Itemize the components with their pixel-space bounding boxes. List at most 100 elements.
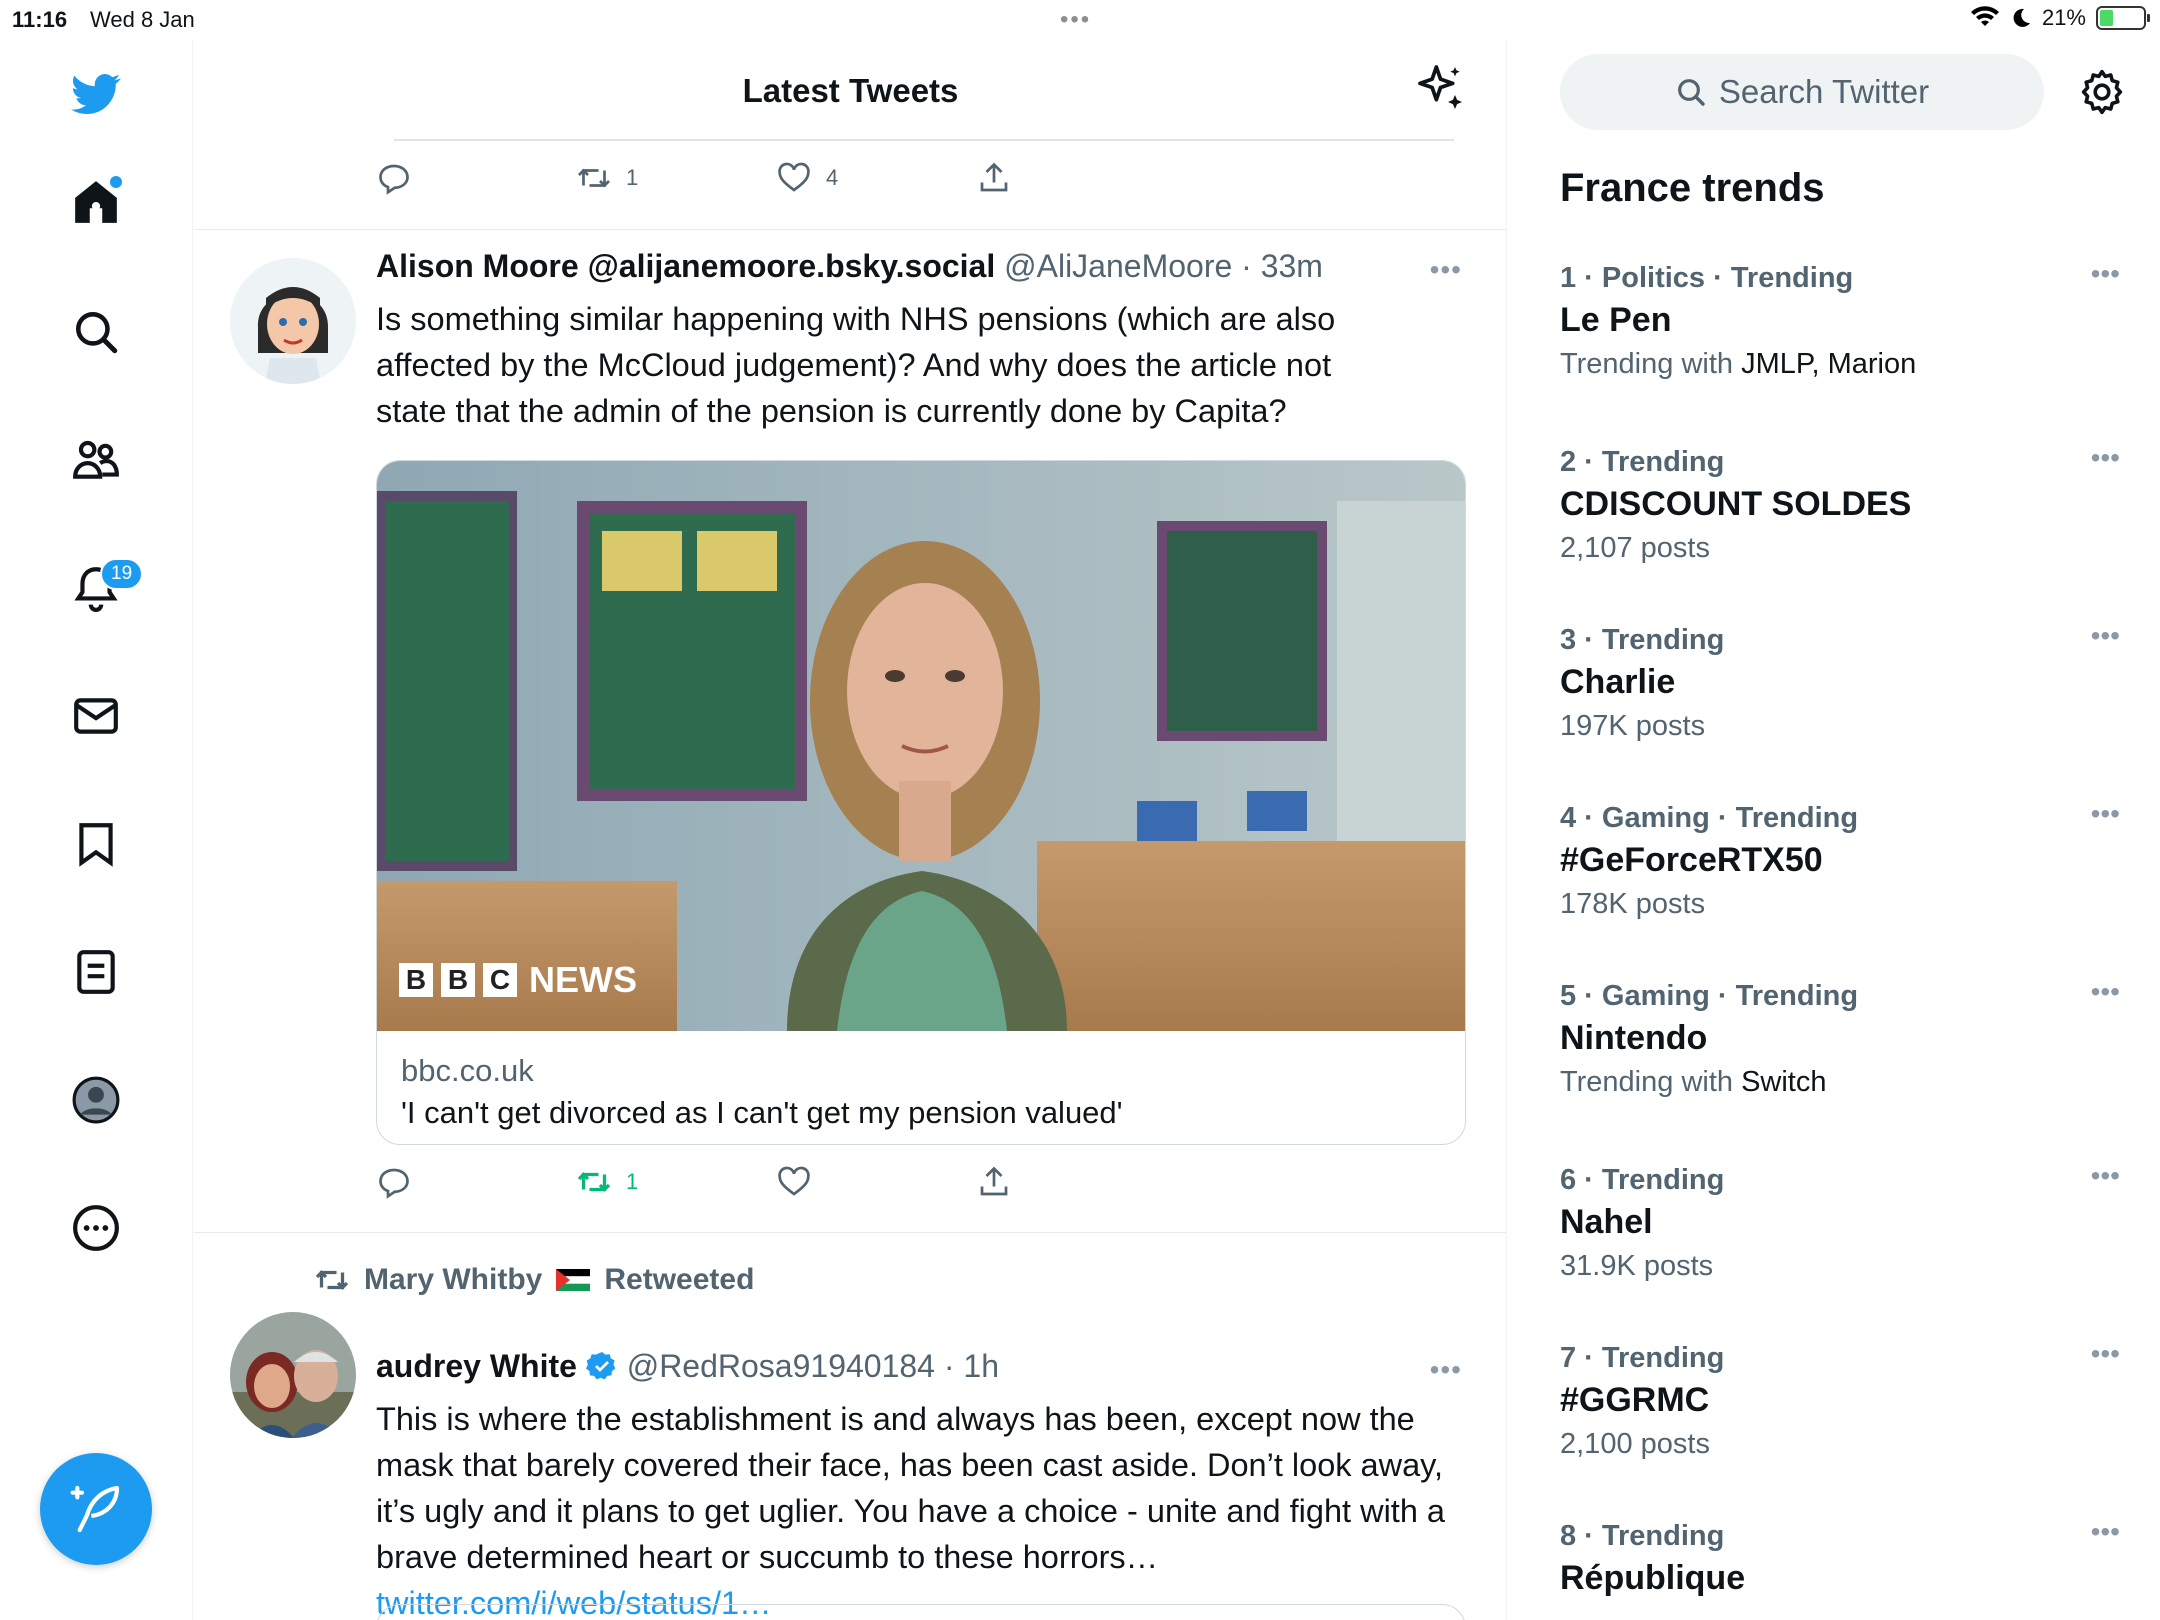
trend-topic: Nintendo <box>1560 1019 1708 1057</box>
trend-item[interactable]: 3 · Trending Charlie 197K posts ••• <box>1560 620 2120 743</box>
trend-context: 3 · Trending <box>1560 624 1725 656</box>
like-button[interactable] <box>776 1164 812 1200</box>
nav-explore[interactable] <box>60 296 132 368</box>
palestine-flag-icon <box>556 1269 591 1291</box>
author-handle-time[interactable]: @AliJaneMoore · 33m <box>1004 248 1323 284</box>
avatar[interactable] <box>230 258 356 384</box>
trend-context: 8 · Trending <box>1560 1520 1725 1552</box>
avatar[interactable] <box>230 1312 356 1438</box>
nav-home[interactable] <box>60 166 132 238</box>
nav-profile[interactable] <box>60 1064 132 1136</box>
author-name[interactable]: audrey White <box>376 1348 577 1384</box>
retweet-button[interactable]: 1 <box>576 160 638 196</box>
trend-more-button[interactable]: ••• <box>2091 1516 2120 1548</box>
trend-context: 7 · Trending <box>1560 1342 1725 1374</box>
trend-sub-value: JMLP, Marion <box>1741 348 1917 380</box>
trend-sub-prefix: 197K posts <box>1560 710 1706 742</box>
trend-sub-value: Switch <box>1741 1066 1827 1098</box>
trend-topic: CDISCOUNT SOLDES <box>1560 485 1912 523</box>
trend-item[interactable]: 8 · Trending République ••• <box>1560 1516 2120 1598</box>
trend-item[interactable]: 5 · Gaming · Trending Nintendo Trending … <box>1560 976 2120 1099</box>
nav-notifications[interactable]: 19 <box>60 552 144 624</box>
nav-bookmarks[interactable] <box>60 808 132 880</box>
bbc-news-logo: B B C NEWS <box>399 959 637 1001</box>
status-date: Wed 8 Jan <box>90 7 195 32</box>
trend-item[interactable]: 7 · Trending #GGRMC 2,100 posts ••• <box>1560 1338 2120 1461</box>
trend-subtext: 2,107 posts <box>1560 532 2120 565</box>
retweet-icon <box>578 168 610 188</box>
share-icon <box>980 1166 1008 1196</box>
verified-badge-icon <box>585 1352 616 1380</box>
trend-sub-prefix: Trending with <box>1560 1066 1742 1098</box>
trend-item[interactable]: 1 · Politics · Trending Le Pen Trending … <box>1560 258 2120 381</box>
trend-topic: #GeForceRTX50 <box>1560 841 1823 879</box>
compose-tweet-button[interactable] <box>40 1453 152 1565</box>
trend-more-button[interactable]: ••• <box>2091 442 2120 474</box>
trend-more-button[interactable]: ••• <box>2091 976 2120 1008</box>
tweet-body: This is where the establishment is and a… <box>376 1401 1446 1575</box>
nav-more[interactable] <box>60 1192 132 1264</box>
retweeted-label: Retweeted <box>604 1263 755 1296</box>
trend-subtext: 31.9K posts <box>1560 1250 2120 1283</box>
retweeter-name[interactable]: Mary Whitby <box>364 1263 542 1297</box>
article-image <box>377 461 1465 1031</box>
trend-more-button[interactable]: ••• <box>2091 620 2120 652</box>
reply-icon <box>379 1168 409 1199</box>
bbc-logo-block: B <box>399 963 433 997</box>
sparkle-icon[interactable] <box>1413 60 1469 116</box>
link-card[interactable]: B B C NEWS bbc.co.uk 'I can't get divorc… <box>376 460 1466 1145</box>
share-button[interactable] <box>976 160 1012 196</box>
battery-percent: 21% <box>2041 5 2086 30</box>
search-icon <box>76 312 118 354</box>
trend-sub-prefix: 178K posts <box>1560 888 1706 920</box>
nav-messages[interactable] <box>60 680 132 752</box>
like-button[interactable]: 4 <box>776 160 838 196</box>
battery-icon <box>2096 6 2150 30</box>
moon-icon <box>2013 8 2030 27</box>
trend-more-button[interactable]: ••• <box>2091 1160 2120 1192</box>
trend-more-button[interactable]: ••• <box>2091 798 2120 830</box>
trend-subtext: Trending with JMLP, Marion <box>1560 348 2120 381</box>
trend-item[interactable]: 2 · Trending CDISCOUNT SOLDES 2,107 post… <box>1560 442 2120 565</box>
heart-icon <box>778 1166 810 1196</box>
like-count: 4 <box>826 165 839 190</box>
trend-more-button[interactable]: ••• <box>2091 1338 2120 1370</box>
status-bar: 11:16 Wed 8 Jan ••• 21% <box>0 0 2160 40</box>
profile-avatar-icon <box>72 1076 120 1124</box>
trend-item[interactable]: 4 · Gaming · Trending #GeForceRTX50 178K… <box>1560 798 2120 921</box>
tweet-text: Is something similar happening with NHS … <box>376 301 1336 429</box>
trend-topic: Charlie <box>1560 663 1676 701</box>
reply-button[interactable] <box>376 160 412 196</box>
trend-more-button[interactable]: ••• <box>2091 258 2120 290</box>
share-button[interactable] <box>976 1164 1012 1200</box>
tweet-more-button[interactable]: ••• <box>1430 1354 1462 1386</box>
left-navigation: 19 <box>0 40 193 1620</box>
right-sidebar: Search Twitter France trends 1 · Politic… <box>1508 40 2160 1620</box>
timeline: Latest Tweets 1 4 Alison Moore @alijanem… <box>194 40 1507 1620</box>
wifi-icon <box>1970 6 1999 26</box>
search-input[interactable]: Search Twitter <box>1560 54 2044 130</box>
trend-context: 1 · Politics · Trending <box>1560 262 1854 294</box>
bbc-logo-block: C <box>483 963 517 997</box>
link-card[interactable] <box>376 1604 1466 1620</box>
trend-subtext: 197K posts <box>1560 710 2120 743</box>
multitasking-dots-icon[interactable]: ••• <box>1060 6 1091 34</box>
notification-badge: 19 <box>100 558 144 590</box>
retweet-button[interactable]: 1 <box>576 1164 638 1200</box>
share-icon <box>980 162 1008 192</box>
settings-gear-icon[interactable] <box>2078 68 2126 116</box>
bookmark-icon <box>79 823 113 867</box>
twitter-logo-icon[interactable] <box>60 58 132 130</box>
trend-item[interactable]: 6 · Trending Nahel 31.9K posts ••• <box>1560 1160 2120 1283</box>
reply-button[interactable] <box>376 1164 412 1200</box>
trends-title: France trends <box>1560 166 1825 210</box>
tweet-more-button[interactable]: ••• <box>1430 254 1462 286</box>
nav-communities[interactable] <box>60 424 132 496</box>
retweet-icon <box>577 1172 611 1192</box>
timeline-header: Latest Tweets <box>194 40 1506 141</box>
trend-context: 6 · Trending <box>1560 1164 1725 1196</box>
author-handle-time[interactable]: @RedRosa91940184 · 1h <box>627 1348 999 1384</box>
author-name[interactable]: Alison Moore @alijanemoore.bsky.social <box>376 248 995 284</box>
trend-context: 2 · Trending <box>1560 446 1725 478</box>
nav-lists[interactable] <box>60 936 132 1008</box>
